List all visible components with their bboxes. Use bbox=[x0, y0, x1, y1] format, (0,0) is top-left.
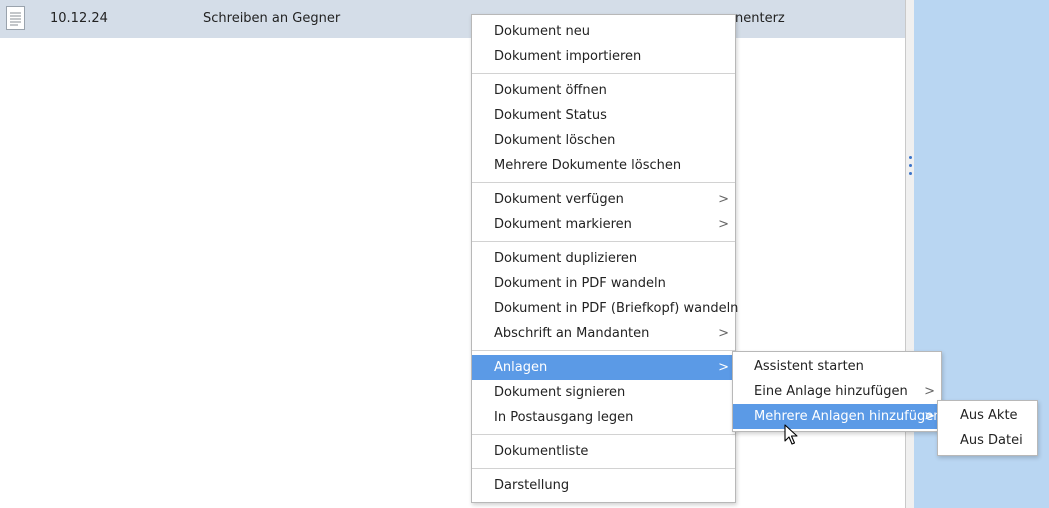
menu-separator bbox=[472, 241, 735, 242]
menu-separator bbox=[472, 468, 735, 469]
menu-item-dokument-duplizieren[interactable]: Dokument duplizieren bbox=[472, 246, 735, 271]
menu-item-eine-anlage-hinzufuegen[interactable]: Eine Anlage hinzufügen > bbox=[733, 379, 941, 404]
mehrere-anlagen-submenu: Aus Akte Aus Datei bbox=[937, 400, 1038, 456]
menu-item-label: Darstellung bbox=[494, 478, 570, 493]
menu-item-dokument-loeschen[interactable]: Dokument löschen bbox=[472, 128, 735, 153]
menu-item-label: Dokument in PDF (Briefkopf) wandeln bbox=[494, 301, 739, 316]
menu-item-label: In Postausgang legen bbox=[494, 410, 634, 425]
menu-item-label: Dokument verfügen bbox=[494, 192, 624, 207]
menu-item-label: Abschrift an Mandanten bbox=[494, 326, 650, 341]
menu-item-label: Mehrere Anlagen hinzufügen bbox=[754, 409, 942, 424]
context-menu: Dokument neu Dokument importieren Dokume… bbox=[471, 14, 739, 503]
document-title: Schreiben an Gegner bbox=[203, 11, 341, 26]
anlagen-submenu: Assistent starten Eine Anlage hinzufügen… bbox=[732, 351, 942, 432]
menu-item-in-postausgang-legen[interactable]: In Postausgang legen bbox=[472, 405, 735, 430]
menu-item-dokument-markieren[interactable]: Dokument markieren > bbox=[472, 212, 735, 237]
menu-item-dokument-oeffnen[interactable]: Dokument öffnen bbox=[472, 78, 735, 103]
menu-separator bbox=[472, 434, 735, 435]
menu-item-label: Aus Datei bbox=[960, 433, 1023, 448]
menu-separator bbox=[472, 73, 735, 74]
menu-item-label: Dokument Status bbox=[494, 108, 607, 123]
menu-item-dokument-neu[interactable]: Dokument neu bbox=[472, 19, 735, 44]
menu-item-aus-akte[interactable]: Aus Akte bbox=[938, 403, 1037, 428]
menu-item-label: Assistent starten bbox=[754, 359, 864, 374]
menu-item-label: Dokument löschen bbox=[494, 133, 616, 148]
menu-item-label: Dokument neu bbox=[494, 24, 590, 39]
document-extra: nenterz bbox=[735, 11, 785, 26]
menu-item-label: Dokument öffnen bbox=[494, 83, 607, 98]
menu-item-abschrift-an-mandanten[interactable]: Abschrift an Mandanten > bbox=[472, 321, 735, 346]
menu-item-mehrere-dokumente-loeschen[interactable]: Mehrere Dokumente löschen bbox=[472, 153, 735, 178]
menu-item-label: Aus Akte bbox=[960, 408, 1018, 423]
menu-item-dokument-importieren[interactable]: Dokument importieren bbox=[472, 44, 735, 69]
menu-item-dokument-status[interactable]: Dokument Status bbox=[472, 103, 735, 128]
document-date: 10.12.24 bbox=[50, 11, 108, 26]
chevron-right-icon: > bbox=[718, 192, 729, 207]
menu-item-label: Dokument markieren bbox=[494, 217, 632, 232]
splitter-grip-icon bbox=[909, 156, 913, 180]
menu-item-label: Eine Anlage hinzufügen bbox=[754, 384, 908, 399]
menu-item-dokument-in-pdf-wandeln[interactable]: Dokument in PDF wandeln bbox=[472, 271, 735, 296]
menu-separator bbox=[472, 182, 735, 183]
chevron-right-icon: > bbox=[924, 409, 935, 424]
menu-item-dokument-signieren[interactable]: Dokument signieren bbox=[472, 380, 735, 405]
menu-item-label: Anlagen bbox=[494, 360, 548, 375]
menu-item-dokument-in-pdf-briefkopf-wandeln[interactable]: Dokument in PDF (Briefkopf) wandeln bbox=[472, 296, 739, 321]
chevron-right-icon: > bbox=[718, 326, 729, 341]
menu-item-darstellung[interactable]: Darstellung bbox=[472, 473, 735, 498]
menu-item-aus-datei[interactable]: Aus Datei bbox=[938, 428, 1037, 453]
menu-item-dokumentliste[interactable]: Dokumentliste bbox=[472, 439, 735, 464]
chevron-right-icon: > bbox=[924, 384, 935, 399]
menu-item-dokument-verfuegen[interactable]: Dokument verfügen > bbox=[472, 187, 735, 212]
menu-item-assistent-starten[interactable]: Assistent starten bbox=[733, 354, 941, 379]
document-icon bbox=[6, 6, 25, 30]
mouse-pointer-icon bbox=[784, 424, 798, 445]
menu-item-label: Dokument in PDF wandeln bbox=[494, 276, 666, 291]
menu-item-label: Dokument signieren bbox=[494, 385, 626, 400]
menu-item-anlagen[interactable]: Anlagen > bbox=[472, 355, 735, 380]
chevron-right-icon: > bbox=[718, 217, 729, 232]
menu-item-label: Dokument duplizieren bbox=[494, 251, 638, 266]
menu-item-label: Dokument importieren bbox=[494, 49, 642, 64]
menu-item-label: Dokumentliste bbox=[494, 444, 589, 459]
table-row[interactable]: 10.12.24 Schreiben an Gegner nenterz bbox=[0, 0, 905, 38]
menu-separator bbox=[472, 350, 735, 351]
chevron-right-icon: > bbox=[718, 360, 729, 375]
menu-item-mehrere-anlagen-hinzufuegen[interactable]: Mehrere Anlagen hinzufügen > bbox=[733, 404, 942, 429]
menu-item-label: Mehrere Dokumente löschen bbox=[494, 158, 682, 173]
